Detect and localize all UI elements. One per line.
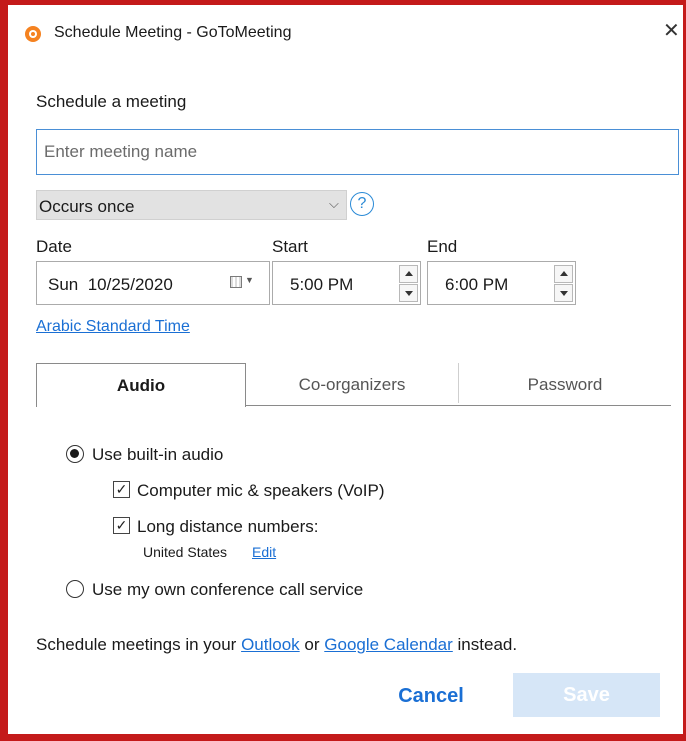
- builtin-audio-label: Use built-in audio: [92, 445, 224, 464]
- arrow-down-icon: [405, 291, 413, 296]
- window-title: Schedule Meeting - GoToMeeting: [54, 24, 292, 41]
- tab-co-organizers[interactable]: Co-organizers: [246, 363, 458, 407]
- gotomeeting-logo-icon: [25, 26, 41, 42]
- google-calendar-link[interactable]: Google Calendar: [324, 635, 453, 654]
- start-time-up-button[interactable]: [399, 265, 418, 283]
- tab-audio[interactable]: Audio: [36, 363, 246, 407]
- close-icon[interactable]: ✕: [663, 21, 680, 41]
- arrow-up-icon: [560, 271, 568, 276]
- timezone-link[interactable]: Arabic Standard Time: [36, 318, 190, 336]
- footer-text: Schedule meetings in your Outlook or Goo…: [36, 635, 517, 655]
- date-label: Date: [36, 237, 72, 256]
- start-time-field[interactable]: 5:00 PM: [272, 261, 421, 305]
- own-conference-radio[interactable]: [66, 580, 84, 598]
- long-distance-checkbox[interactable]: ✓: [113, 517, 130, 534]
- footer-prefix: Schedule meetings in your: [36, 635, 237, 654]
- own-conference-label: Use my own conference call service: [92, 580, 364, 599]
- date-picker[interactable]: Sun 10/25/2020 ▼: [36, 261, 270, 305]
- voip-checkbox[interactable]: ✓: [113, 481, 130, 498]
- end-time-value: 6:00 PM: [445, 275, 509, 294]
- long-distance-label: Long distance numbers:: [137, 517, 319, 536]
- title-bar: Schedule Meeting - GoToMeeting ✕: [8, 5, 683, 61]
- arrow-down-icon: [560, 291, 568, 296]
- start-time-down-button[interactable]: [399, 284, 418, 302]
- footer-suffix: instead.: [457, 635, 518, 654]
- footer-or: or: [304, 635, 320, 654]
- start-time-value: 5:00 PM: [290, 275, 354, 294]
- tab-underline: [246, 405, 671, 406]
- arrow-up-icon: [405, 271, 413, 276]
- tab-password[interactable]: Password: [459, 363, 671, 407]
- date-value: Sun 10/25/2020: [48, 275, 173, 294]
- chevron-down-icon: ⌵: [329, 196, 339, 211]
- schedule-meeting-dialog: Schedule Meeting - GoToMeeting ✕ Schedul…: [8, 5, 683, 734]
- help-icon[interactable]: ?: [350, 192, 374, 216]
- cancel-button[interactable]: Cancel: [372, 677, 490, 715]
- recurrence-value: Occurs once: [39, 197, 135, 216]
- voip-label: Computer mic & speakers (VoIP): [137, 481, 385, 500]
- end-label: End: [427, 237, 458, 256]
- end-time-up-button[interactable]: [554, 265, 573, 283]
- page-title: Schedule a meeting: [36, 92, 187, 111]
- country-text: United States: [143, 544, 228, 560]
- start-label: Start: [272, 237, 308, 256]
- recurrence-dropdown[interactable]: Occurs once ⌵: [36, 190, 347, 220]
- meeting-name-input[interactable]: [36, 129, 679, 175]
- outlook-link[interactable]: Outlook: [241, 635, 300, 654]
- end-time-field[interactable]: 6:00 PM: [427, 261, 576, 305]
- edit-link[interactable]: Edit: [252, 544, 276, 560]
- save-button[interactable]: Save: [513, 673, 660, 717]
- caret-down-icon[interactable]: ▼: [245, 275, 254, 285]
- end-time-down-button[interactable]: [554, 284, 573, 302]
- builtin-audio-radio[interactable]: [66, 445, 84, 463]
- calendar-icon[interactable]: [230, 276, 242, 288]
